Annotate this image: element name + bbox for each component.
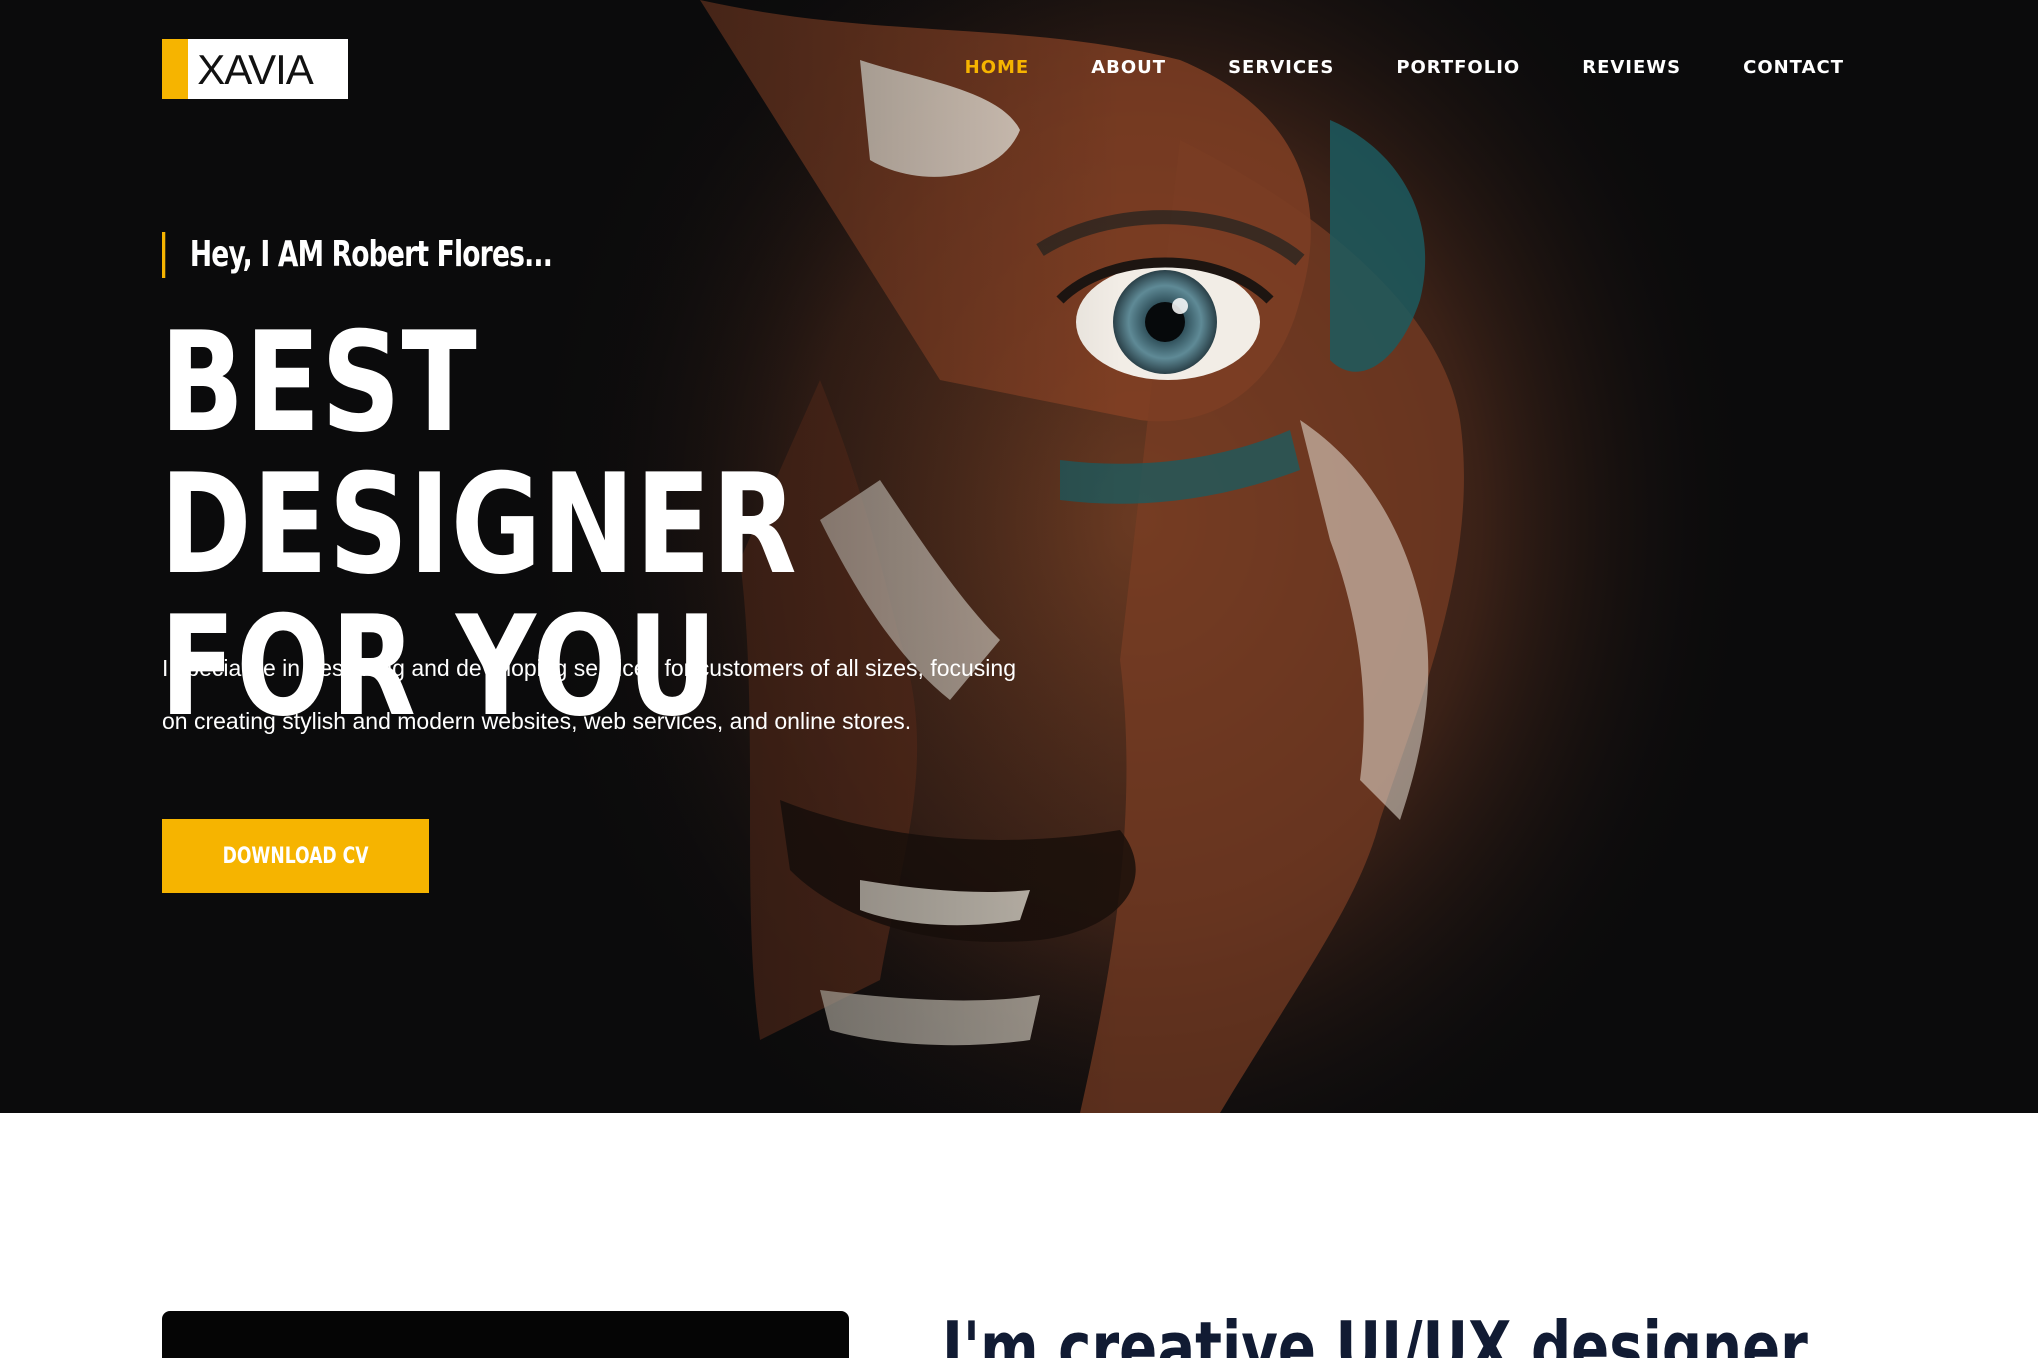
brand-logo-text: XAVIA	[197, 46, 314, 93]
about-title: I'm creative UI/UX designer	[942, 1306, 1808, 1358]
hero-section: XAVIA HOME ABOUT SERVICES PORTFOLIO REVI…	[0, 0, 2038, 1113]
hero-description-line-1: I specialize in designing and developing…	[162, 655, 1016, 681]
hero-description-line-2: on creating stylish and modern websites,…	[162, 708, 912, 734]
nav-item-contact[interactable]: CONTACT	[1743, 57, 1844, 78]
about-media-frame	[162, 1311, 849, 1358]
download-cv-label: DOWNLOAD CV	[222, 843, 369, 869]
hero-description: I specialize in designing and developing…	[162, 642, 1162, 748]
hero-intro: Hey, I AM Robert Flores...	[162, 232, 553, 278]
about-section: I'm creative UI/UX designer	[0, 1113, 2038, 1358]
nav-item-reviews[interactable]: REVIEWS	[1582, 57, 1681, 78]
hero-headline-line-1: BEST DESIGNER	[160, 302, 798, 605]
brand-logo[interactable]: XAVIA	[162, 39, 348, 99]
nav-item-about[interactable]: ABOUT	[1091, 57, 1166, 78]
nav-item-home[interactable]: HOME	[965, 57, 1030, 78]
nav-item-portfolio[interactable]: PORTFOLIO	[1396, 57, 1520, 78]
main-nav: HOME ABOUT SERVICES PORTFOLIO REVIEWS CO…	[965, 57, 1844, 78]
nav-item-services[interactable]: SERVICES	[1228, 57, 1334, 78]
download-cv-button[interactable]: DOWNLOAD CV	[162, 819, 429, 893]
